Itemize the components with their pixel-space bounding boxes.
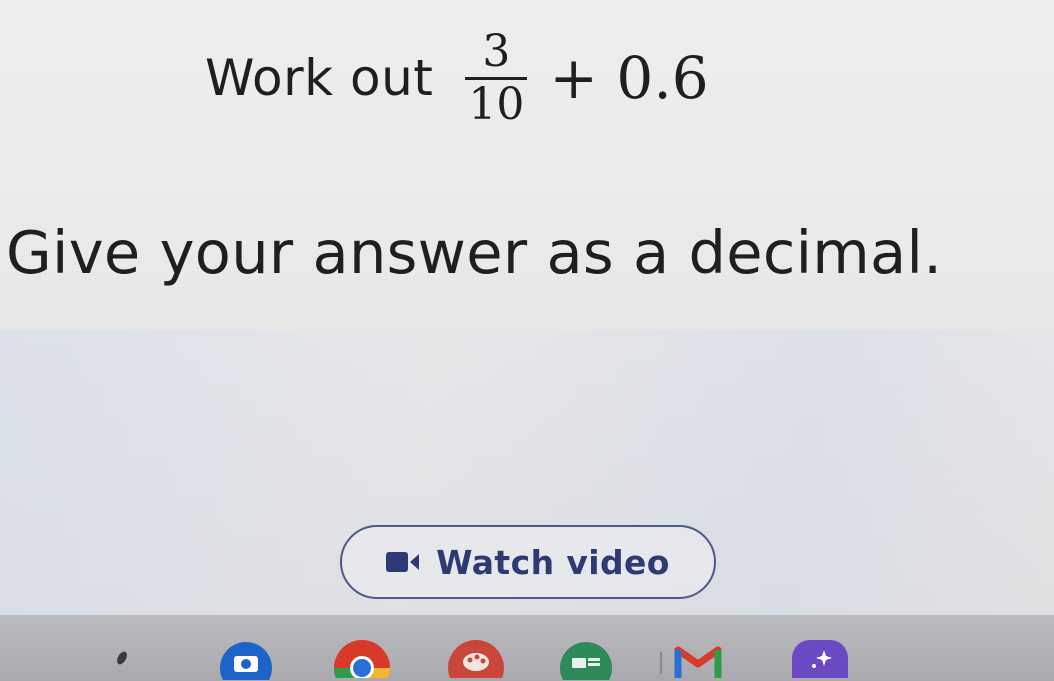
fraction-denominator: 10 xyxy=(468,78,525,130)
palette-icon[interactable] xyxy=(446,638,506,678)
docs-icon[interactable] xyxy=(558,640,614,680)
fraction-numerator: 3 xyxy=(482,25,511,77)
video-camera-icon xyxy=(386,550,420,574)
os-shelf xyxy=(0,615,1054,681)
sparkle-app-icon[interactable] xyxy=(790,638,850,678)
pen-icon[interactable] xyxy=(112,648,132,681)
question: Work out 3 10 + 0.6 xyxy=(205,18,709,138)
watch-video-label: Watch video xyxy=(436,542,670,582)
shelf-divider xyxy=(660,652,662,674)
chrome-icon[interactable] xyxy=(332,638,392,678)
answer-instruction: Give your answer as a decimal. xyxy=(6,218,943,287)
question-expression-rest: + 0.6 xyxy=(549,44,709,112)
fraction: 3 10 xyxy=(465,25,528,130)
gmail-icon[interactable] xyxy=(674,642,722,681)
question-label: Work out xyxy=(205,49,434,107)
watch-video-button[interactable]: Watch video xyxy=(340,525,716,599)
camera-icon[interactable] xyxy=(218,640,274,680)
